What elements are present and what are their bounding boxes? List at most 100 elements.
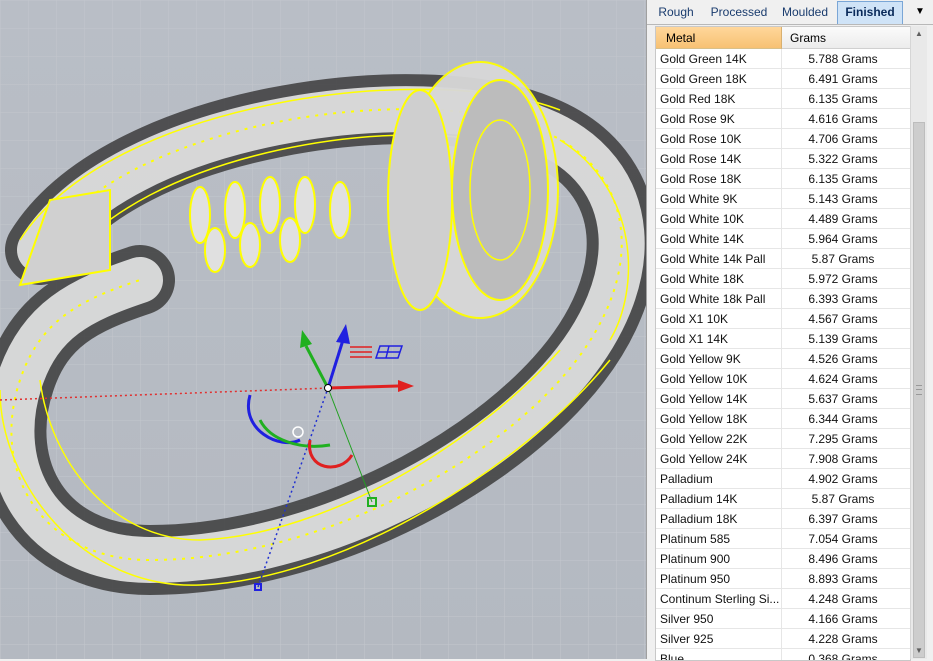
metal-cell: Silver 950 [660, 612, 714, 626]
grams-cell: 5.143 Grams [808, 192, 878, 206]
ring-wireframe-render [0, 0, 646, 659]
metal-cell: Gold Rose 10K [660, 132, 742, 146]
metal-cell: Gold X1 14K [660, 332, 729, 346]
column-header-metal[interactable]: Metal [656, 27, 782, 49]
metal-cell: Gold White 9K [660, 192, 738, 206]
metal-cell: Platinum 585 [660, 532, 731, 546]
grams-cell: 5.139 Grams [808, 332, 878, 346]
tab-rough[interactable]: Rough [651, 2, 701, 23]
grams-cell: 0.368 Grams [808, 652, 878, 661]
metal-cell: Gold White 18K [660, 272, 745, 286]
grams-cell: 4.567 Grams [808, 312, 878, 326]
metal-cell: Palladium 18K [660, 512, 738, 526]
metal-cell: Gold Yellow 10K [660, 372, 748, 386]
grams-cell: 4.228 Grams [808, 632, 878, 646]
metal-cell: Gold Yellow 22K [660, 432, 748, 446]
metal-cell: Gold Rose 14K [660, 152, 742, 166]
table-row[interactable]: Gold White 18K 5.972 Grams [656, 269, 910, 289]
table-row[interactable]: Platinum 585 7.054 Grams [656, 529, 910, 549]
table-row[interactable]: Gold X1 14K 5.139 Grams [656, 329, 910, 349]
grams-cell: 6.397 Grams [808, 512, 878, 526]
metal-cell: Gold White 14k Pall [660, 252, 766, 266]
table-row[interactable]: Gold Yellow 24K 7.908 Grams [656, 449, 910, 469]
table-row[interactable]: Palladium 4.902 Grams [656, 469, 910, 489]
grams-cell: 4.489 Grams [808, 212, 878, 226]
grams-cell: 4.902 Grams [808, 472, 878, 486]
metal-cell: Gold Yellow 9K [660, 352, 741, 366]
grams-cell: 5.972 Grams [808, 272, 878, 286]
grams-cell: 6.135 Grams [808, 172, 878, 186]
table-row[interactable]: Gold White 10K 4.489 Grams [656, 209, 910, 229]
grip-icon [916, 385, 922, 395]
metal-cell: Gold Green 14K [660, 52, 747, 66]
table-row[interactable]: Gold Yellow 10K 4.624 Grams [656, 369, 910, 389]
table-row[interactable]: Gold Red 18K 6.135 Grams [656, 89, 910, 109]
table-row[interactable]: Platinum 950 8.893 Grams [656, 569, 910, 589]
grams-cell: 6.344 Grams [808, 412, 878, 426]
tab-bar: Rough Processed Moulded Finished ▼ [647, 0, 933, 25]
grams-cell: 8.893 Grams [808, 572, 878, 586]
grams-cell: 7.295 Grams [808, 432, 878, 446]
tab-finished[interactable]: Finished [837, 1, 903, 24]
metal-cell: Platinum 950 [660, 572, 731, 586]
metal-weights-table: Metal Grams Gold Green 14K 5.788 Grams Gol… [655, 26, 911, 661]
table-row[interactable]: Gold White 18k Pall 6.393 Grams [656, 289, 910, 309]
metal-cell: Gold Rose 9K [660, 112, 735, 126]
grams-cell: 6.393 Grams [808, 292, 878, 306]
table-row[interactable]: Silver 925 4.228 Grams [656, 629, 910, 649]
column-header-grams[interactable]: Grams [782, 27, 910, 49]
metal-cell: Gold Yellow 24K [660, 452, 748, 466]
table-row[interactable]: Platinum 900 8.496 Grams [656, 549, 910, 569]
grams-cell: 7.054 Grams [808, 532, 878, 546]
table-row[interactable]: Blue 0.368 Grams [656, 649, 910, 661]
3d-viewport[interactable] [0, 0, 646, 659]
grams-cell: 5.964 Grams [808, 232, 878, 246]
tab-moulded[interactable]: Moulded [777, 2, 833, 23]
metal-cell: Blue [660, 652, 685, 661]
metal-cell: Gold White 18k Pall [660, 292, 766, 306]
grams-cell: 8.496 Grams [808, 552, 878, 566]
grams-cell: 7.908 Grams [808, 452, 878, 466]
grams-cell: 4.616 Grams [808, 112, 878, 126]
metal-cell: Silver 925 [660, 632, 714, 646]
table-row[interactable]: Gold Green 18K 6.491 Grams [656, 69, 910, 89]
table-row[interactable]: Palladium 14K 5.87 Grams [656, 489, 910, 509]
table-row[interactable]: Continum Sterling Si... 4.248 Grams [656, 589, 910, 609]
table-body: Gold Green 14K 5.788 Grams Gold Green 18K 6… [656, 49, 910, 661]
table-row[interactable]: Gold Yellow 9K 4.526 Grams [656, 349, 910, 369]
grams-cell: 5.87 Grams [811, 252, 875, 266]
triangle-down-icon[interactable]: ▼ [910, 3, 930, 21]
metal-cell: Continum Sterling Si... [660, 592, 780, 606]
grams-cell: 5.87 Grams [811, 492, 875, 506]
table-row[interactable]: Gold White 14k Pall 5.87 Grams [656, 249, 910, 269]
metal-cell: Gold Green 18K [660, 72, 747, 86]
grams-cell: 5.322 Grams [808, 152, 878, 166]
metal-cell: Gold White 10K [660, 212, 745, 226]
triangle-up-icon[interactable]: ▲ [911, 26, 927, 42]
table-row[interactable]: Palladium 18K 6.397 Grams [656, 509, 910, 529]
triangle-down-icon[interactable]: ▼ [911, 643, 927, 659]
table-row[interactable]: Gold Yellow 14K 5.637 Grams [656, 389, 910, 409]
table-row[interactable]: Gold Green 14K 5.788 Grams [656, 49, 910, 69]
table-row[interactable]: Gold Rose 10K 4.706 Grams [656, 129, 910, 149]
scrollbar-thumb[interactable] [913, 122, 925, 658]
table-row[interactable]: Gold X1 10K 4.567 Grams [656, 309, 910, 329]
table-row[interactable]: Gold Rose 14K 5.322 Grams [656, 149, 910, 169]
table-row[interactable]: Gold White 9K 5.143 Grams [656, 189, 910, 209]
table-row[interactable]: Gold Yellow 22K 7.295 Grams [656, 429, 910, 449]
grams-cell: 4.624 Grams [808, 372, 878, 386]
grams-cell: 5.788 Grams [808, 52, 878, 66]
grams-cell: 6.135 Grams [808, 92, 878, 106]
metal-cell: Platinum 900 [660, 552, 731, 566]
tab-processed[interactable]: Processed [703, 2, 775, 23]
metal-cell: Palladium [660, 472, 713, 486]
table-row[interactable]: Silver 950 4.166 Grams [656, 609, 910, 629]
table-row[interactable]: Gold Rose 18K 6.135 Grams [656, 169, 910, 189]
table-row[interactable]: Gold Yellow 18K 6.344 Grams [656, 409, 910, 429]
vertical-scrollbar[interactable]: ▲ ▼ [910, 26, 927, 659]
table-row[interactable]: Gold White 14K 5.964 Grams [656, 229, 910, 249]
table-row[interactable]: Gold Rose 9K 4.616 Grams [656, 109, 910, 129]
grams-cell: 4.526 Grams [808, 352, 878, 366]
metal-weight-panel: Rough Processed Moulded Finished ▼ Metal… [646, 0, 933, 661]
ring-head[interactable] [387, 61, 559, 319]
